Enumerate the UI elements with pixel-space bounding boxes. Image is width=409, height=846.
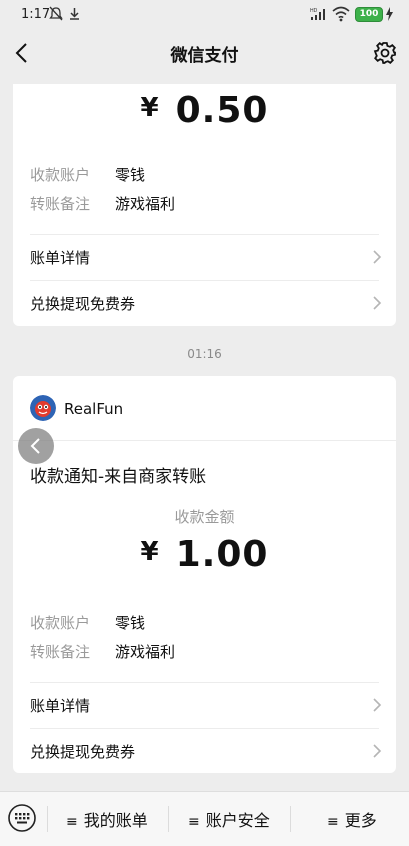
- charging-icon: [386, 7, 393, 21]
- battery-indicator: 100: [355, 7, 383, 22]
- field-label: 收款账户: [30, 166, 91, 184]
- tab-more[interactable]: ≡ 更多: [327, 807, 377, 831]
- payment-card-latest: RealFun 收款通知-来自商家转账 收款金额 ¥1.00 收款账户 零钱 转…: [13, 376, 396, 773]
- chevron-right-icon: [373, 744, 382, 758]
- payment-amount: ¥1.00: [13, 534, 396, 575]
- chevron-right-icon: [373, 296, 382, 310]
- menu-icon: ≡: [327, 814, 339, 830]
- menu-icon: ≡: [188, 814, 200, 830]
- notice-title: 收款通知-来自商家转账: [30, 467, 207, 487]
- status-bar: 1:17 HD 100: [0, 0, 409, 30]
- tab-account-security[interactable]: ≡ 账户安全: [188, 807, 270, 831]
- tab-label: 更多: [344, 811, 377, 830]
- gear-icon: [373, 42, 396, 64]
- divider: [13, 440, 396, 441]
- field-value: 零钱: [115, 166, 146, 184]
- redeem-coupon-row[interactable]: 兑换提现免费券: [13, 281, 396, 325]
- svg-text:HD: HD: [310, 8, 318, 14]
- merchant-name[interactable]: RealFun: [64, 400, 123, 418]
- currency-symbol: ¥: [140, 537, 160, 567]
- navigation-bar: 微信支付: [0, 30, 409, 76]
- wifi-icon: [332, 6, 350, 22]
- download-icon: [70, 8, 79, 20]
- settings-button[interactable]: [370, 38, 400, 68]
- redeem-coupon-row[interactable]: 兑换提现免费券: [13, 729, 396, 773]
- bill-details-row[interactable]: 账单详情: [13, 235, 396, 279]
- field-label: 转账备注: [30, 195, 91, 213]
- tab-label: 我的账单: [83, 811, 148, 830]
- message-timestamp: 01:16: [187, 347, 222, 361]
- row-label: 兑换提现免费券: [30, 295, 136, 313]
- tab-separator: [290, 806, 291, 832]
- field-value: 游戏福利: [115, 195, 176, 213]
- tab-separator: [168, 806, 169, 832]
- signal-hd-icon: HD: [310, 8, 325, 20]
- mute-notification-icon: [49, 6, 63, 21]
- status-time: 1:17: [21, 7, 51, 22]
- field-label: 转账备注: [30, 643, 91, 661]
- row-label: 兑换提现免费券: [30, 743, 136, 761]
- keyboard-icon: [8, 804, 36, 832]
- field-label: 收款账户: [30, 614, 91, 632]
- field-value: 游戏福利: [115, 643, 176, 661]
- amount-label: 收款金额: [174, 508, 235, 526]
- chevron-right-icon: [373, 698, 382, 712]
- tab-my-bills[interactable]: ≡ 我的账单: [66, 807, 148, 831]
- keyboard-toggle-button[interactable]: [5, 803, 39, 833]
- payment-card-previous: ¥0.50 收款账户 零钱 转账备注 游戏福利 账单详情 兑换提现免费券: [13, 84, 396, 326]
- payment-amount: ¥0.50: [13, 90, 396, 131]
- chevron-left-icon: [30, 438, 40, 454]
- chevron-right-icon: [373, 250, 382, 264]
- row-label: 账单详情: [30, 249, 91, 267]
- tab-separator: [47, 806, 48, 832]
- amount-value: 0.50: [175, 90, 269, 131]
- bottom-menu-bar: ≡ 我的账单 ≡ 账户安全 ≡ 更多: [0, 791, 409, 846]
- realfun-logo-icon: [30, 395, 56, 421]
- floating-back-button[interactable]: [18, 428, 54, 464]
- tab-label: 账户安全: [205, 811, 270, 830]
- currency-symbol: ¥: [140, 93, 160, 123]
- page-title: 微信支付: [170, 46, 239, 66]
- row-label: 账单详情: [30, 697, 91, 715]
- bill-details-row[interactable]: 账单详情: [13, 683, 396, 727]
- amount-value: 1.00: [175, 534, 269, 575]
- merchant-avatar[interactable]: [30, 395, 56, 421]
- menu-icon: ≡: [66, 814, 78, 830]
- field-value: 零钱: [115, 614, 146, 632]
